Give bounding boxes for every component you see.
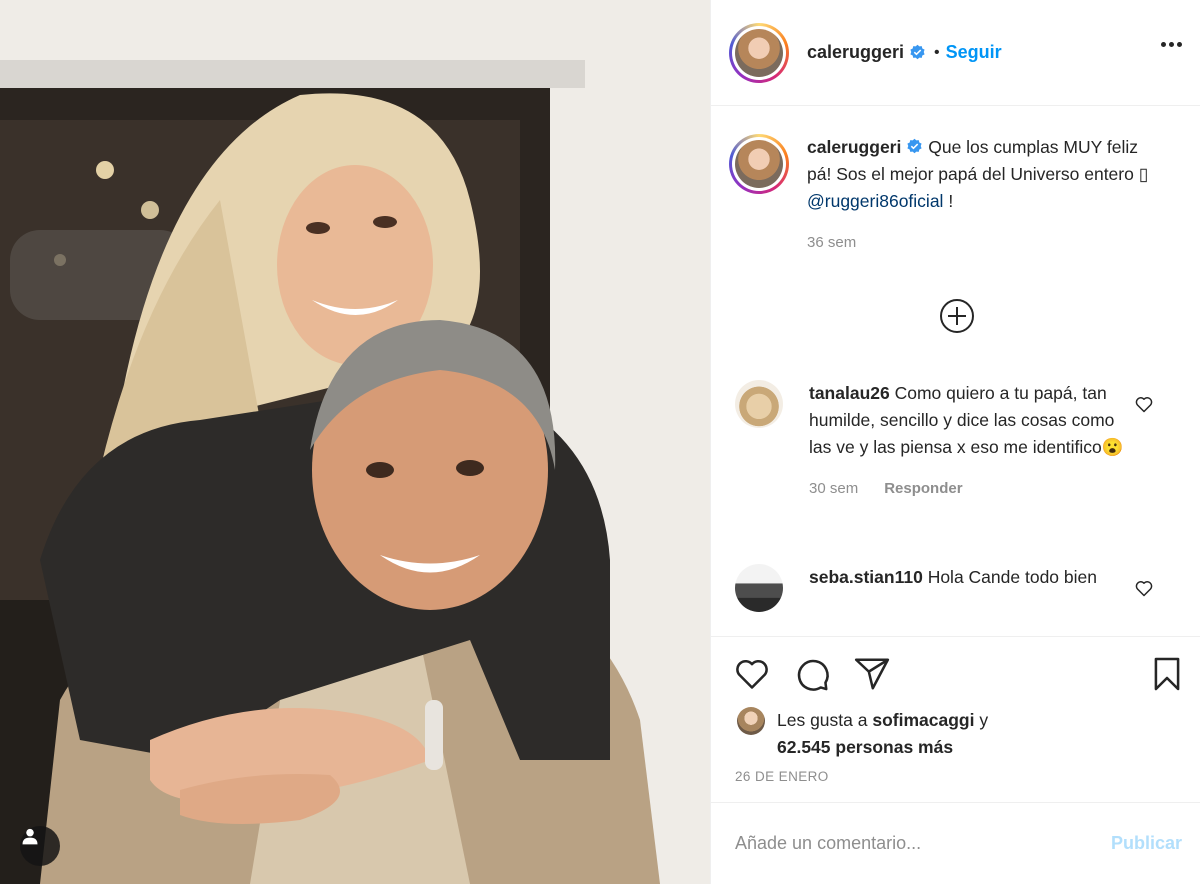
comment-text: Hola Cande todo bien — [922, 567, 1097, 587]
post-header: caleruggeri • Seguir — [711, 0, 1200, 106]
comment-emoji: 😮 — [1101, 437, 1124, 457]
caption-author-avatar[interactable] — [729, 134, 789, 194]
caption-emoji: ▯ — [1138, 164, 1149, 184]
post-caption: caleruggeri Que los cumplas MUY feliz pá… — [729, 134, 1182, 256]
more-options-icon[interactable] — [1161, 42, 1182, 47]
add-comment-bar: Añade un comentario... Publicar — [711, 802, 1200, 884]
caption-timestamp[interactable]: 36 sem — [807, 229, 1167, 256]
post-actions: Les gusta a sofimacaggi y 62.545 persona… — [711, 636, 1200, 802]
likes-middle: y — [974, 710, 989, 730]
paper-plane-icon[interactable] — [853, 655, 891, 693]
comment-bubble-icon[interactable] — [793, 655, 831, 693]
heart-icon[interactable] — [1134, 578, 1154, 598]
likes-summary: Les gusta a sofimacaggi y 62.545 persona… — [737, 707, 988, 761]
bookmark-icon[interactable] — [1148, 655, 1186, 693]
comment-username[interactable]: seba.stian110 — [809, 567, 923, 587]
likes-count[interactable]: 62.545 personas más — [777, 737, 953, 757]
liker-avatar[interactable] — [737, 707, 765, 735]
author-avatar[interactable] — [729, 22, 789, 83]
comment-input[interactable]: Añade un comentario... — [735, 833, 1111, 854]
comment-item: seba.stian110 Hola Cande todo bien — [735, 564, 1182, 612]
post-details-panel: caleruggeri • Seguir caleruggeri Que los… — [710, 0, 1200, 884]
caption-mention-link[interactable]: @ruggeri86oficial — [807, 191, 943, 211]
follow-button[interactable]: Seguir — [946, 42, 1002, 63]
user-tag-icon — [22, 828, 38, 845]
commenter-avatar[interactable] — [735, 564, 783, 612]
heart-icon[interactable] — [1134, 394, 1154, 414]
reply-button[interactable]: Responder — [884, 475, 962, 502]
like-heart-icon[interactable] — [733, 655, 771, 693]
comment-username[interactable]: tanalau26 — [809, 383, 890, 403]
comment-item: tanalau26 Como quiero a tu papá, tan hum… — [735, 380, 1182, 502]
comment-timestamp[interactable]: 30 sem — [809, 475, 858, 502]
post-photo[interactable] — [0, 0, 710, 884]
commenter-avatar[interactable] — [735, 380, 783, 428]
user-tag-button[interactable] — [20, 826, 60, 866]
caption-text-end: ! — [943, 191, 954, 211]
verified-badge-icon — [910, 44, 925, 60]
verified-badge-icon — [907, 138, 922, 154]
likes-prefix: Les gusta a — [777, 710, 873, 730]
publish-button[interactable]: Publicar — [1111, 833, 1182, 854]
header-separator: • — [934, 43, 940, 61]
author-username[interactable]: caleruggeri — [807, 42, 904, 63]
photo-illustration — [0, 0, 710, 884]
post-date[interactable]: 26 DE ENERO — [735, 769, 829, 784]
plus-circle-icon[interactable] — [939, 298, 975, 334]
liker-username[interactable]: sofimacaggi — [872, 710, 974, 730]
caption-username[interactable]: caleruggeri — [807, 137, 901, 157]
